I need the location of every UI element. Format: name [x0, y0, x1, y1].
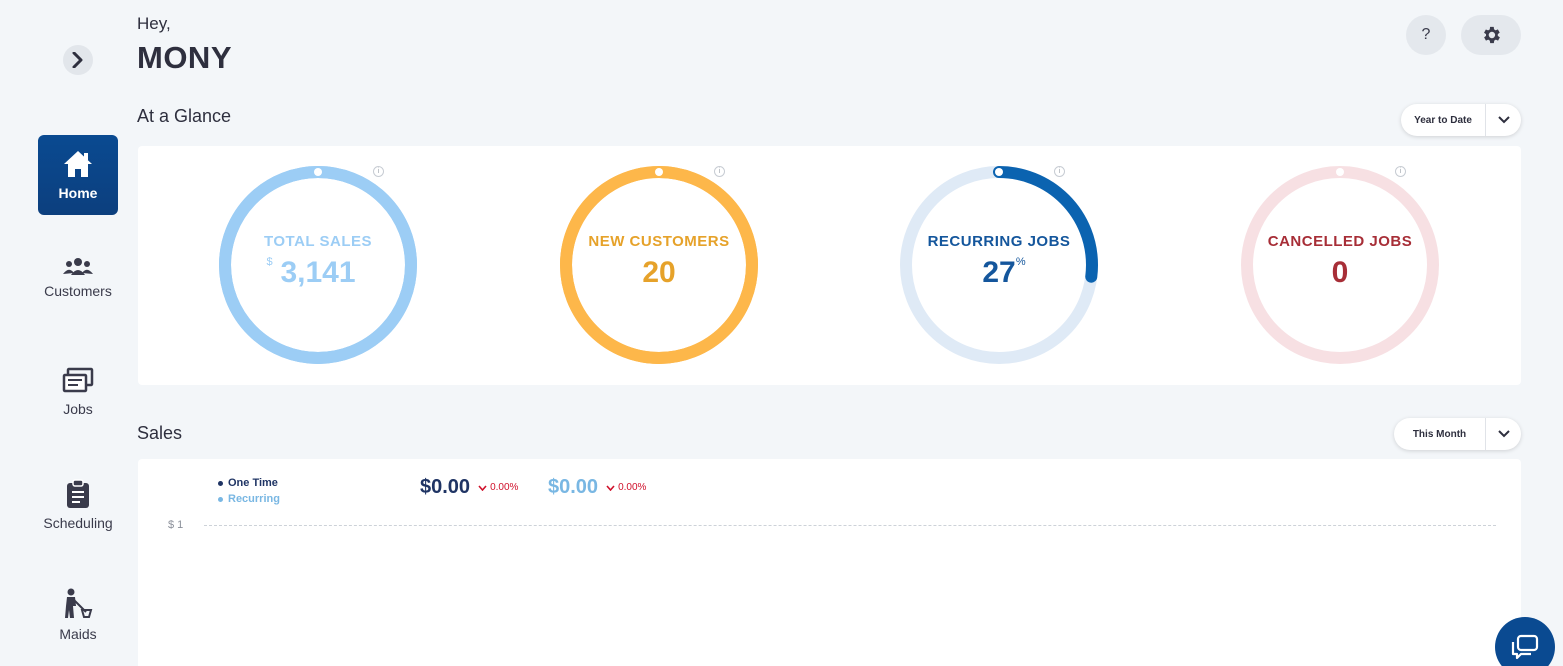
- recurring-change: 0.00%: [606, 482, 646, 493]
- sidebar-item-label: Maids: [59, 626, 97, 642]
- sales-title: Sales: [137, 423, 183, 443]
- new-customers-label: NEW CUSTOMERS: [588, 232, 730, 250]
- sidebar-item-label: Customers: [44, 283, 112, 299]
- change-percent: 0.00%: [490, 482, 519, 493]
- sidebar-expand-button[interactable]: [63, 45, 93, 75]
- total-sales-amount: 3,141: [280, 255, 356, 289]
- chevron-down-icon: [1485, 104, 1521, 136]
- sales-legend: One Time Recurring: [218, 475, 280, 507]
- chevron-down-icon: [478, 484, 487, 491]
- legend-dot: [218, 496, 223, 502]
- sidebar-item-maids[interactable]: Maids: [38, 575, 118, 655]
- recurring-jobs-label: RECURRING JOBS: [927, 232, 1071, 250]
- legend-item-recurring[interactable]: Recurring: [218, 491, 280, 507]
- sales-period-select[interactable]: This Month: [1394, 418, 1521, 450]
- info-icon[interactable]: i: [714, 166, 725, 177]
- sidebar-item-jobs[interactable]: Jobs: [38, 352, 118, 432]
- recurring-amount: $0.00: [548, 476, 599, 498]
- maid-icon: [65, 588, 93, 618]
- greeting-text: Hey,: [137, 14, 171, 33]
- total-sales-label: TOTAL SALES: [263, 232, 372, 250]
- glance-title: At a Glance: [137, 106, 232, 126]
- change-percent: 0.00%: [618, 482, 647, 493]
- info-icon[interactable]: i: [373, 166, 384, 177]
- home-icon: [64, 151, 92, 177]
- info-icon[interactable]: i: [1395, 166, 1406, 177]
- help-button[interactable]: ?: [1406, 15, 1446, 55]
- one-time-change: 0.00%: [478, 482, 518, 493]
- glance-period-value: Year to Date: [1414, 114, 1472, 126]
- chart-gridline: [204, 525, 1496, 526]
- recurring-stat: $0.00 0.00%: [548, 476, 646, 499]
- sales-card: One Time Recurring $0.00 0.00% $0.00 0.0…: [138, 459, 1521, 666]
- sidebar-item-label: Jobs: [63, 401, 93, 417]
- sales-period-value: This Month: [1412, 428, 1467, 440]
- total-sales-ring[interactable]: TOTAL SALES $ 3,141: [213, 160, 423, 370]
- new-customers-ring[interactable]: NEW CUSTOMERS 20: [554, 160, 764, 370]
- clipboard-icon: [67, 479, 89, 508]
- currency-prefix: $: [266, 255, 273, 268]
- gear-icon: [1484, 26, 1500, 44]
- username: MONY: [137, 40, 232, 75]
- sidebar-item-customers[interactable]: Customers: [38, 238, 118, 318]
- one-time-stat: $0.00 0.00%: [420, 476, 518, 499]
- chevron-down-icon: [1485, 418, 1521, 450]
- new-customers-value: 20: [642, 255, 676, 289]
- legend-label: Recurring: [228, 493, 280, 505]
- cancelled-jobs-ring[interactable]: CANCELLED JOBS 0: [1235, 160, 1445, 370]
- question-icon: ?: [1421, 26, 1431, 43]
- percent-suffix: %: [1015, 255, 1026, 268]
- glance-card: TOTAL SALES $ 3,141 i NEW CUSTOMERS 20 i…: [138, 146, 1521, 385]
- chevron-down-icon: [606, 484, 615, 491]
- customers-icon: [63, 258, 93, 275]
- recurring-jobs-ring[interactable]: RECURRING JOBS 27 %: [894, 160, 1104, 370]
- cancelled-jobs-value: 0: [1331, 255, 1349, 289]
- recurring-jobs-value: 27 %: [982, 255, 1025, 290]
- settings-button[interactable]: [1461, 15, 1521, 55]
- y-axis-tick: $ 1: [168, 519, 184, 531]
- legend-label: One Time: [228, 477, 278, 489]
- sidebar-item-label: Home: [58, 185, 98, 201]
- glance-period-select[interactable]: Year to Date: [1401, 104, 1521, 136]
- sidebar-item-scheduling[interactable]: Scheduling: [38, 465, 118, 545]
- legend-item-one-time[interactable]: One Time: [218, 475, 280, 491]
- sidebar-item-home[interactable]: Home: [38, 135, 118, 215]
- one-time-amount: $0.00: [420, 476, 471, 498]
- total-sales-value: $ 3,141: [266, 255, 356, 290]
- jobs-icon: [62, 367, 94, 393]
- cancelled-jobs-label: CANCELLED JOBS: [1267, 232, 1413, 250]
- chat-button[interactable]: [1495, 617, 1555, 666]
- chat-icon: [1511, 634, 1539, 660]
- sidebar: Home Customers Jobs Scheduling Maids: [0, 0, 138, 666]
- chevron-right-icon: [72, 52, 83, 68]
- recurring-jobs-amount: 27: [982, 255, 1016, 289]
- sidebar-item-label: Scheduling: [43, 515, 113, 531]
- legend-dot: [218, 480, 223, 486]
- info-icon[interactable]: i: [1054, 166, 1065, 177]
